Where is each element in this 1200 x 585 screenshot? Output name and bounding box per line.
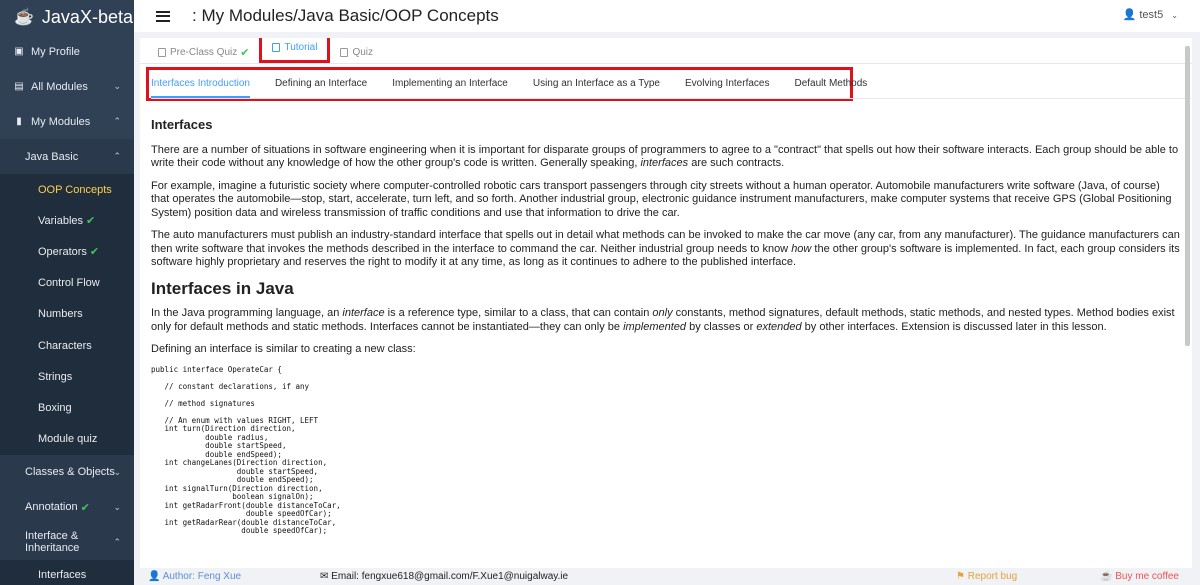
tab-tutorial[interactable]: Tutorial	[259, 38, 331, 63]
sidebar-item-interfaces[interactable]: Interfaces	[0, 559, 134, 585]
subtab-divider	[151, 98, 1191, 99]
sidebar-item-label: All Modules	[31, 80, 88, 93]
sidebar-item-module-quiz[interactable]: Module quiz	[0, 423, 134, 455]
mail-icon: ✉	[320, 571, 329, 582]
sidebar-item-strings[interactable]: Strings	[0, 361, 134, 393]
sidebar-item-annotation[interactable]: Annotation ✔ ⌄	[0, 489, 134, 525]
sidebar-item-interface-inheritance[interactable]: Interface & Inheritance ⌃	[0, 524, 134, 560]
subtab-default-methods[interactable]: Default Methods	[794, 74, 867, 98]
document-icon	[158, 47, 166, 57]
user-menu[interactable]: 👤 test5 ⌄	[1123, 8, 1178, 21]
tutorial-content: Interfaces There are a number of situati…	[151, 118, 1181, 536]
sidebar-item-label: Strings	[38, 370, 73, 383]
sidebar-item-label: Interfaces	[38, 569, 87, 582]
paragraph: In the Java programming language, an int…	[151, 307, 1175, 333]
coffee-icon: ☕	[1100, 571, 1113, 582]
sidebar-item-control-flow[interactable]: Control Flow	[0, 267, 134, 299]
hamburger-icon[interactable]	[156, 8, 170, 24]
section-heading: Interfaces	[151, 117, 213, 132]
username: test5	[1139, 9, 1164, 21]
app-title: JavaX-beta	[41, 6, 133, 27]
chevron-down-icon: ⌄	[1171, 11, 1178, 20]
document-icon	[340, 47, 349, 57]
sidebar-item-numbers[interactable]: Numbers	[0, 298, 134, 330]
sidebar-item-variables[interactable]: Variables ✔	[0, 205, 134, 237]
chevron-up-icon: ⌃	[113, 116, 121, 126]
subtab-evolving-interfaces[interactable]: Evolving Interfaces	[685, 74, 770, 98]
sidebar-item-my-modules[interactable]: ▮ My Modules ⌃	[0, 104, 134, 139]
subtab-using-an-interface-as-a-type[interactable]: Using an Interface as a Type	[533, 74, 660, 98]
subtab-implementing-an-interface[interactable]: Implementing an Interface	[392, 74, 508, 98]
user-icon: 👤	[148, 571, 161, 582]
chevron-down-icon: ⌄	[113, 501, 121, 512]
sidebar-item-operators[interactable]: Operators ✔	[0, 236, 134, 268]
main-area: Pre-Class Quiz ✔ Tutorial Quiz Interface…	[134, 32, 1200, 568]
book-icon	[272, 43, 281, 52]
sidebar-item-label: Control Flow	[38, 277, 100, 290]
tab-bar: Pre-Class Quiz ✔ Tutorial Quiz	[140, 38, 1192, 64]
subtab-bar: Interfaces Introduction Defining an Inte…	[151, 74, 892, 98]
brand[interactable]: ☕ JavaX-beta	[0, 0, 134, 34]
breadcrumb: : My Modules/Java Basic/OOP Concepts	[192, 6, 499, 25]
section-heading: Interfaces in Java	[151, 278, 294, 298]
sidebar-item-label: Variables	[38, 214, 84, 227]
subtab-interfaces-introduction[interactable]: Interfaces Introduction	[151, 74, 250, 98]
author-link[interactable]: 👤 Author: Feng Xue	[148, 571, 241, 582]
sidebar-item-label: Java Basic	[25, 150, 79, 163]
java-cup-icon: ☕	[14, 9, 34, 26]
sidebar-item-label: Characters	[38, 339, 92, 352]
topbar: : My Modules/Java Basic/OOP Concepts 👤 t…	[134, 0, 1200, 32]
chevron-up-icon: ⌃	[113, 151, 121, 161]
paragraph: The auto manufacturers must publish an i…	[151, 229, 1180, 268]
content-card: Pre-Class Quiz ✔ Tutorial Quiz Interface…	[140, 38, 1192, 568]
sidebar-item-classes-objects[interactable]: Classes & Objects ⌄	[0, 454, 134, 490]
user-icon: 👤	[1122, 9, 1137, 21]
sidebar-item-label: Annotation	[25, 501, 78, 514]
report-bug-link[interactable]: ⚑ Report bug	[956, 571, 1017, 582]
chevron-down-icon: ⌄	[113, 81, 121, 91]
email-text: ✉ Email: fengxue618@gmail.com/F.Xue1@nui…	[320, 571, 569, 582]
sidebar-item-boxing[interactable]: Boxing	[0, 392, 134, 424]
subtab-defining-an-interface[interactable]: Defining an Interface	[275, 74, 367, 98]
chevron-up-icon: ⌃	[113, 536, 121, 547]
check-icon: ✔	[89, 246, 100, 259]
buy-coffee-link[interactable]: ☕ Buy me coffee	[1100, 571, 1179, 582]
sidebar-item-label: Operators	[38, 245, 87, 258]
sidebar-item-label: Numbers	[38, 308, 83, 321]
tab-label: Pre-Class Quiz	[170, 46, 238, 58]
sidebar-item-java-basic[interactable]: Java Basic ⌃	[0, 139, 134, 174]
check-icon: ✔	[80, 501, 90, 514]
sidebar-item-label: Module quiz	[38, 433, 98, 446]
sidebar: ☕ JavaX-beta ▣ My Profile ▤ All Modules …	[0, 0, 134, 585]
sidebar-item-characters[interactable]: Characters	[0, 329, 134, 362]
sidebar-item-my-profile[interactable]: ▣ My Profile	[0, 34, 134, 69]
chevron-down-icon: ⌄	[113, 466, 121, 477]
check-square-icon: ▣	[14, 46, 24, 57]
sidebar-item-label: Boxing	[38, 401, 72, 414]
tab-label: Quiz	[352, 46, 374, 58]
scrollbar[interactable]	[1185, 46, 1190, 346]
check-icon: ✔	[86, 215, 96, 228]
sidebar-item-label: My Modules	[31, 115, 91, 128]
sidebar-item-label: OOP Concepts	[38, 183, 112, 196]
paragraph: For example, imagine a futuristic societ…	[151, 179, 1172, 219]
tab-label: Tutorial	[284, 42, 318, 53]
sidebar-item-label: My Profile	[31, 45, 80, 58]
book-icon: ▤	[14, 81, 24, 92]
check-icon: ✔	[240, 46, 250, 59]
code-block: public interface OperateCar { // constan…	[151, 364, 341, 535]
sidebar-item-label: Classes & Objects	[25, 466, 115, 479]
paragraph: There are a number of situations in soft…	[151, 143, 1179, 170]
paragraph: Defining an interface is similar to crea…	[151, 343, 416, 355]
tab-pre-class-quiz[interactable]: Pre-Class Quiz ✔	[148, 41, 259, 63]
tab-quiz[interactable]: Quiz	[330, 41, 383, 63]
bookmark-icon: ▮	[16, 116, 22, 127]
sidebar-item-oop-concepts[interactable]: OOP Concepts	[0, 174, 134, 206]
sidebar-item-all-modules[interactable]: ▤ All Modules ⌄	[0, 69, 134, 104]
bug-icon: ⚑	[956, 571, 965, 582]
footer: 👤 Author: Feng Xue ✉ Email: fengxue618@g…	[134, 568, 1200, 585]
